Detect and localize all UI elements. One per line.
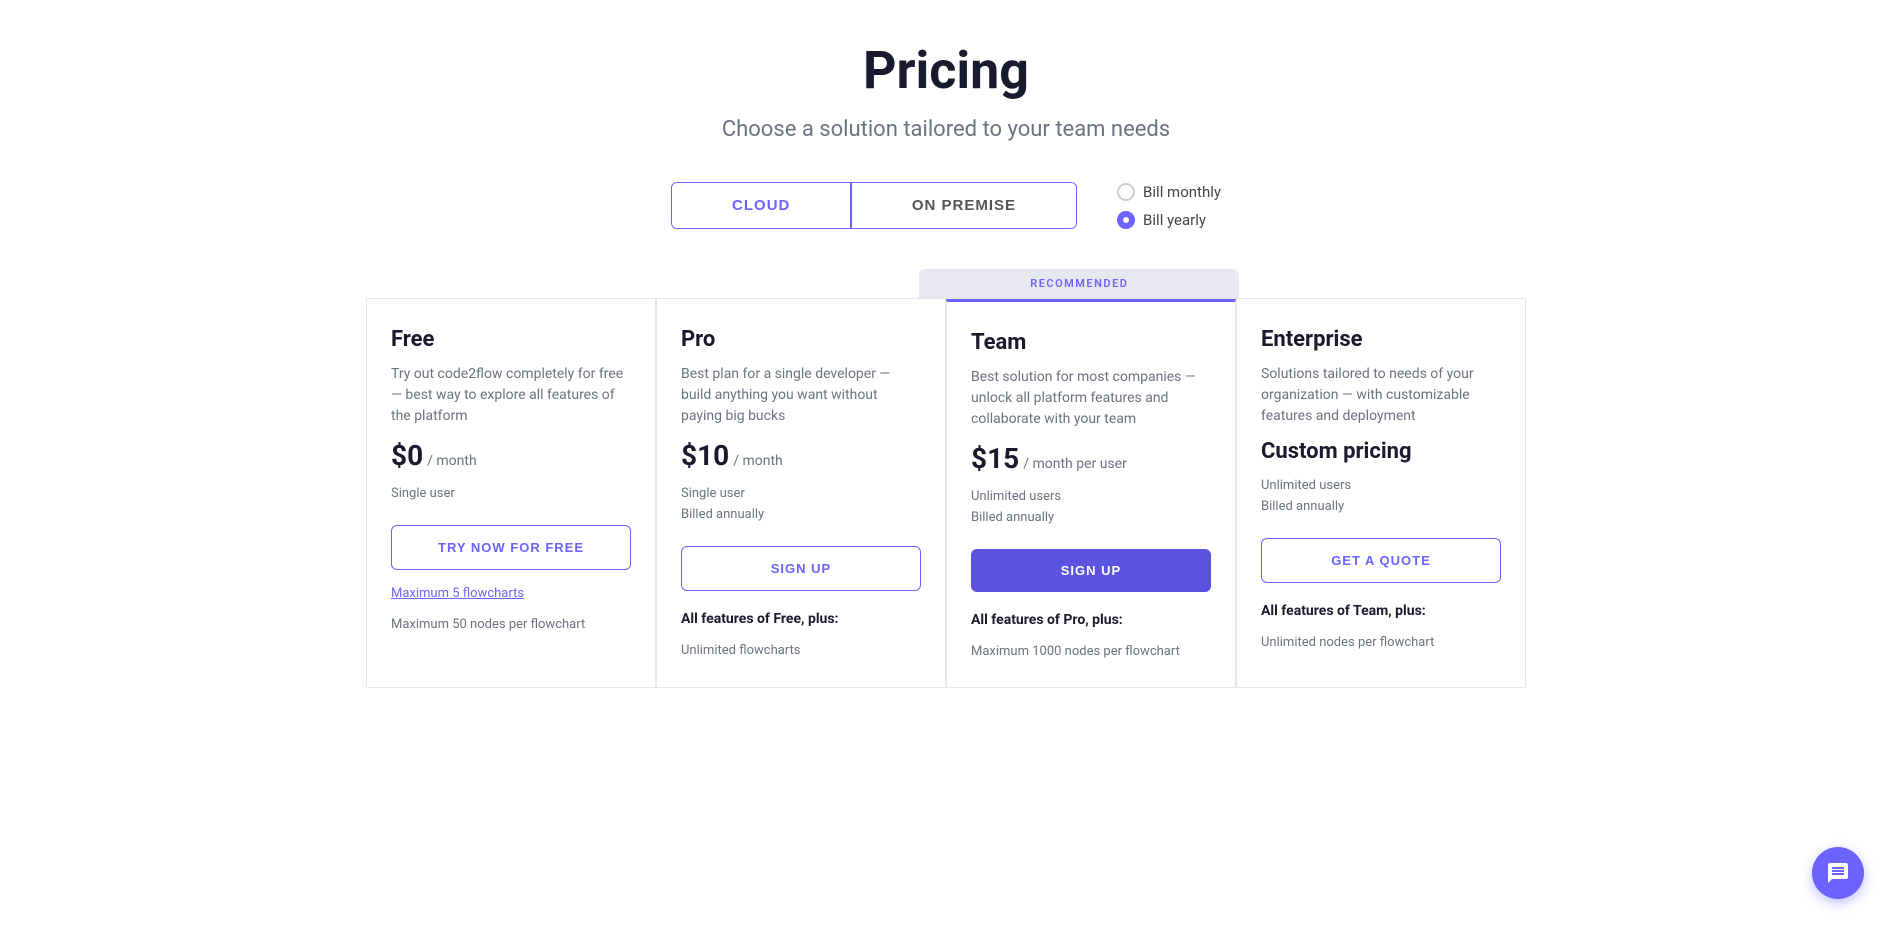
recommended-badge: RECOMMENDED bbox=[919, 269, 1239, 298]
user-line1-pro: Single user bbox=[681, 484, 921, 505]
rec-spacer-1 bbox=[366, 269, 643, 298]
bill-monthly-label: Bill monthly bbox=[1143, 183, 1221, 201]
chat-icon bbox=[1826, 861, 1850, 885]
recommended-area: RECOMMENDED bbox=[366, 269, 1526, 298]
feature-pro-0: Unlimited flowcharts bbox=[681, 643, 921, 658]
rec-label-cell: RECOMMENDED bbox=[919, 269, 1249, 298]
user-info-free: Single user bbox=[391, 484, 631, 505]
user-info-pro: Single user Billed annually bbox=[681, 484, 921, 526]
price-period-free: / month bbox=[427, 453, 477, 469]
feature-free-1: Maximum 50 nodes per flowchart bbox=[391, 617, 631, 632]
features-header-pro: All features of Free, plus: bbox=[681, 611, 921, 627]
plan-name-pro: Pro bbox=[681, 327, 921, 352]
plan-price-pro: $10 / month bbox=[681, 439, 921, 472]
plan-description-pro: Best plan for a single developer — build… bbox=[681, 364, 921, 427]
cta-button-pro[interactable]: SIGN UP bbox=[681, 546, 921, 591]
bill-monthly-option[interactable]: Bill monthly bbox=[1117, 183, 1221, 201]
feature-free-0: Maximum 5 flowcharts bbox=[391, 586, 631, 601]
controls-row: CLOUD ON PREMISE Bill monthly Bill yearl… bbox=[366, 182, 1526, 229]
plan-card-pro: Pro Best plan for a single developer — b… bbox=[656, 299, 946, 688]
user-line2-team: Billed annually bbox=[971, 508, 1211, 529]
plan-name-team: Team bbox=[971, 330, 1211, 355]
plans-wrapper: RECOMMENDED Free Try out code2flow compl… bbox=[366, 269, 1526, 688]
billing-type-toggle: CLOUD ON PREMISE bbox=[671, 182, 1077, 229]
user-line1-enterprise: Unlimited users bbox=[1261, 476, 1501, 497]
user-info-enterprise: Unlimited users Billed annually bbox=[1261, 476, 1501, 518]
rec-spacer-2 bbox=[643, 269, 920, 298]
price-amount-pro: $10 bbox=[681, 439, 729, 472]
on-premise-toggle-btn[interactable]: ON PREMISE bbox=[852, 183, 1076, 228]
rec-spacer-3 bbox=[1249, 269, 1526, 298]
billing-options: Bill monthly Bill yearly bbox=[1117, 183, 1221, 229]
chat-bubble-button[interactable] bbox=[1812, 847, 1864, 899]
user-info-team: Unlimited users Billed annually bbox=[971, 487, 1211, 529]
page-title: Pricing bbox=[366, 40, 1526, 101]
bill-yearly-radio[interactable] bbox=[1117, 211, 1135, 229]
cta-button-enterprise[interactable]: GET A QUOTE bbox=[1261, 538, 1501, 583]
price-custom-enterprise: Custom pricing bbox=[1261, 439, 1501, 464]
feature-team-0: Maximum 1000 nodes per flowchart bbox=[971, 644, 1211, 659]
plan-name-enterprise: Enterprise bbox=[1261, 327, 1501, 352]
feature-enterprise-0: Unlimited nodes per flowchart bbox=[1261, 635, 1501, 650]
bill-yearly-option[interactable]: Bill yearly bbox=[1117, 211, 1221, 229]
plans-row: Free Try out code2flow completely for fr… bbox=[366, 298, 1526, 688]
features-header-enterprise: All features of Team, plus: bbox=[1261, 603, 1501, 619]
cta-button-team[interactable]: SIGN UP bbox=[971, 549, 1211, 592]
plan-card-team: Team Best solution for most companies — … bbox=[946, 299, 1236, 688]
features-header-team: All features of Pro, plus: bbox=[971, 612, 1211, 628]
page-subtitle: Choose a solution tailored to your team … bbox=[366, 117, 1526, 142]
plan-description-enterprise: Solutions tailored to needs of your orga… bbox=[1261, 364, 1501, 427]
plan-description-team: Best solution for most companies — unloc… bbox=[971, 367, 1211, 430]
plan-price-team: $15 / month per user bbox=[971, 442, 1211, 475]
user-line1-free: Single user bbox=[391, 484, 631, 505]
plan-card-free: Free Try out code2flow completely for fr… bbox=[366, 299, 656, 688]
plan-description-free: Try out code2flow completely for free — … bbox=[391, 364, 631, 427]
plan-price-free: $0 / month bbox=[391, 439, 631, 472]
cta-button-free[interactable]: TRY NOW FOR FREE bbox=[391, 525, 631, 570]
user-line2-enterprise: Billed annually bbox=[1261, 497, 1501, 518]
bill-yearly-label: Bill yearly bbox=[1143, 211, 1206, 229]
price-amount-free: $0 bbox=[391, 439, 423, 472]
bill-monthly-radio[interactable] bbox=[1117, 183, 1135, 201]
price-period-pro: / month bbox=[733, 453, 783, 469]
user-line1-team: Unlimited users bbox=[971, 487, 1211, 508]
user-line2-pro: Billed annually bbox=[681, 505, 921, 526]
price-amount-team: $15 bbox=[971, 442, 1019, 475]
plan-card-enterprise: Enterprise Solutions tailored to needs o… bbox=[1236, 299, 1526, 688]
plan-name-free: Free bbox=[391, 327, 631, 352]
price-period-team: / month per user bbox=[1023, 456, 1127, 472]
cloud-toggle-btn[interactable]: CLOUD bbox=[672, 183, 850, 228]
